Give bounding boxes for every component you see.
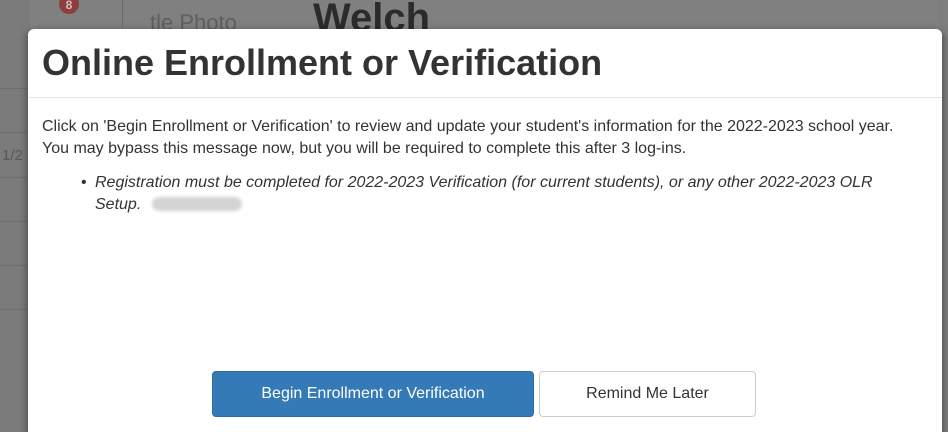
notice-list: • Registration must be completed for 202… (42, 172, 928, 216)
background-sidebar (0, 0, 30, 432)
modal-header: Online Enrollment or Verification (28, 29, 942, 98)
background-divider (0, 132, 30, 133)
modal-body: Click on 'Begin Enrollment or Verificati… (28, 98, 942, 216)
background-edge-text: 1/2 (2, 147, 23, 164)
screen: 8 tle Photo Welch 1/2 Online Enrollment … (0, 0, 948, 432)
redacted-name (151, 197, 242, 211)
background-divider (0, 221, 30, 222)
background-notification-badge: 8 (59, 0, 79, 14)
begin-enrollment-button[interactable]: Begin Enrollment or Verification (212, 371, 534, 417)
modal-intro-text: Click on 'Begin Enrollment or Verificati… (42, 118, 894, 157)
background-divider (0, 265, 30, 266)
bullet-icon: • (81, 174, 87, 191)
background-divider (0, 309, 30, 310)
notice-item: • Registration must be completed for 202… (81, 172, 915, 216)
background-divider (122, 0, 123, 28)
background-heading-large: Welch (313, 0, 431, 40)
background-divider (0, 177, 30, 178)
remind-me-later-button[interactable]: Remind Me Later (539, 371, 756, 417)
modal-title: Online Enrollment or Verification (42, 42, 603, 83)
background-divider (0, 88, 30, 89)
enrollment-modal: Online Enrollment or Verification Click … (28, 29, 942, 432)
